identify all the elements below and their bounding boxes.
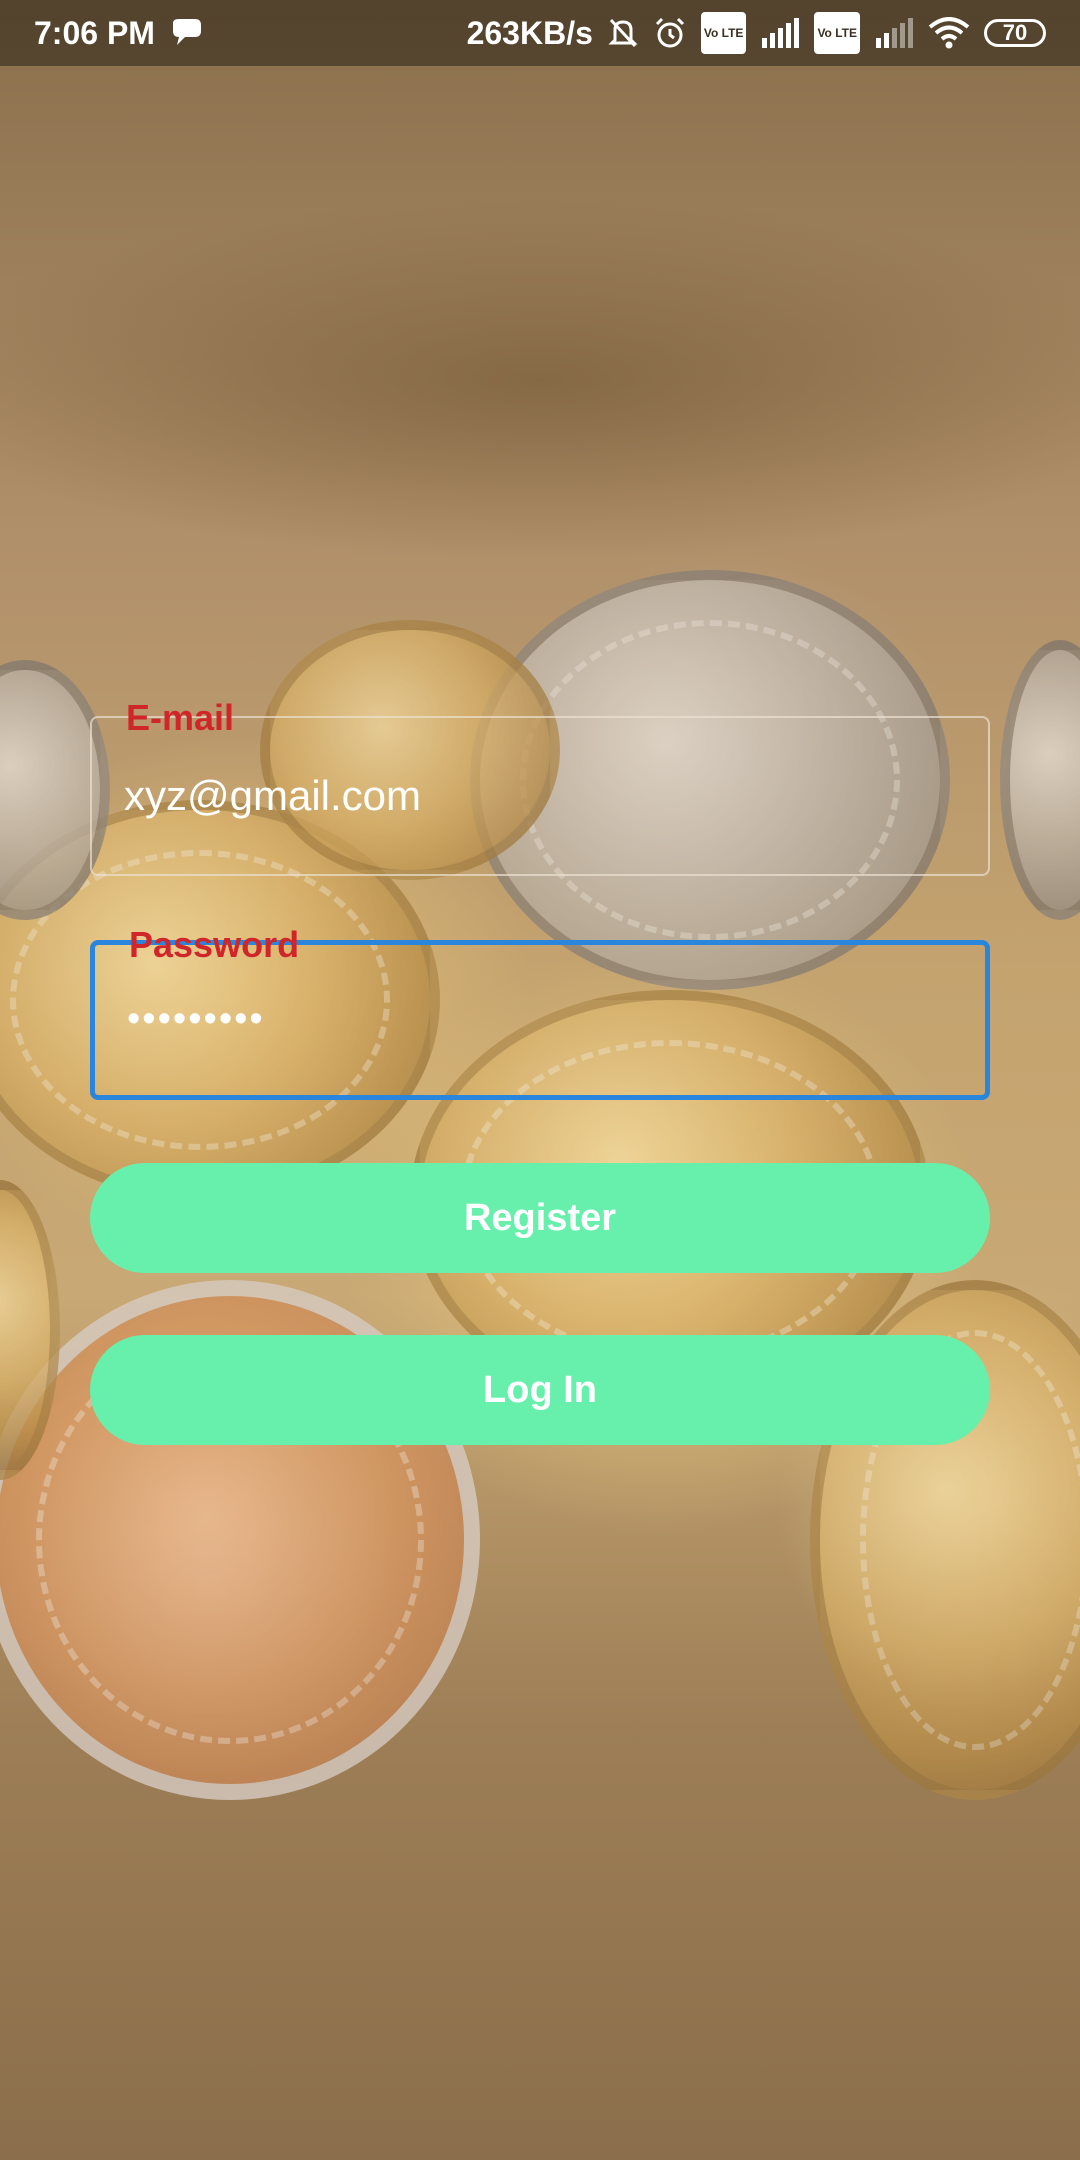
alarm-icon [653, 15, 687, 51]
battery-icon: 70 [984, 19, 1046, 47]
login-screen: 7:06 PM 263KB/s Vo LTE Vo LTE 70 E-mail … [0, 0, 1080, 2160]
status-bar: 7:06 PM 263KB/s Vo LTE Vo LTE 70 [0, 0, 1080, 66]
volte-icon: Vo LTE [814, 12, 860, 54]
bell-off-icon [607, 15, 639, 51]
register-button[interactable]: Register [90, 1163, 990, 1273]
volte-icon: Vo LTE [700, 12, 747, 54]
password-label: Password [129, 924, 300, 965]
login-button[interactable]: Log In [90, 1335, 990, 1445]
clock: 7:06 PM [34, 14, 155, 51]
wifi-icon [928, 15, 970, 51]
password-input[interactable]: ••••••••• [127, 991, 265, 1047]
network-speed: 263KB/s [466, 14, 593, 51]
chat-bubble-icon [169, 15, 203, 51]
email-field[interactable]: E-mail xyz@gmail.com [90, 698, 990, 876]
email-input[interactable]: xyz@gmail.com [124, 768, 421, 824]
signal-weak-icon [874, 15, 914, 51]
email-label: E-mail [126, 697, 235, 738]
password-field[interactable]: Password ••••••••• [90, 925, 990, 1100]
coin-image [1000, 640, 1080, 920]
signal-icon [760, 15, 800, 51]
